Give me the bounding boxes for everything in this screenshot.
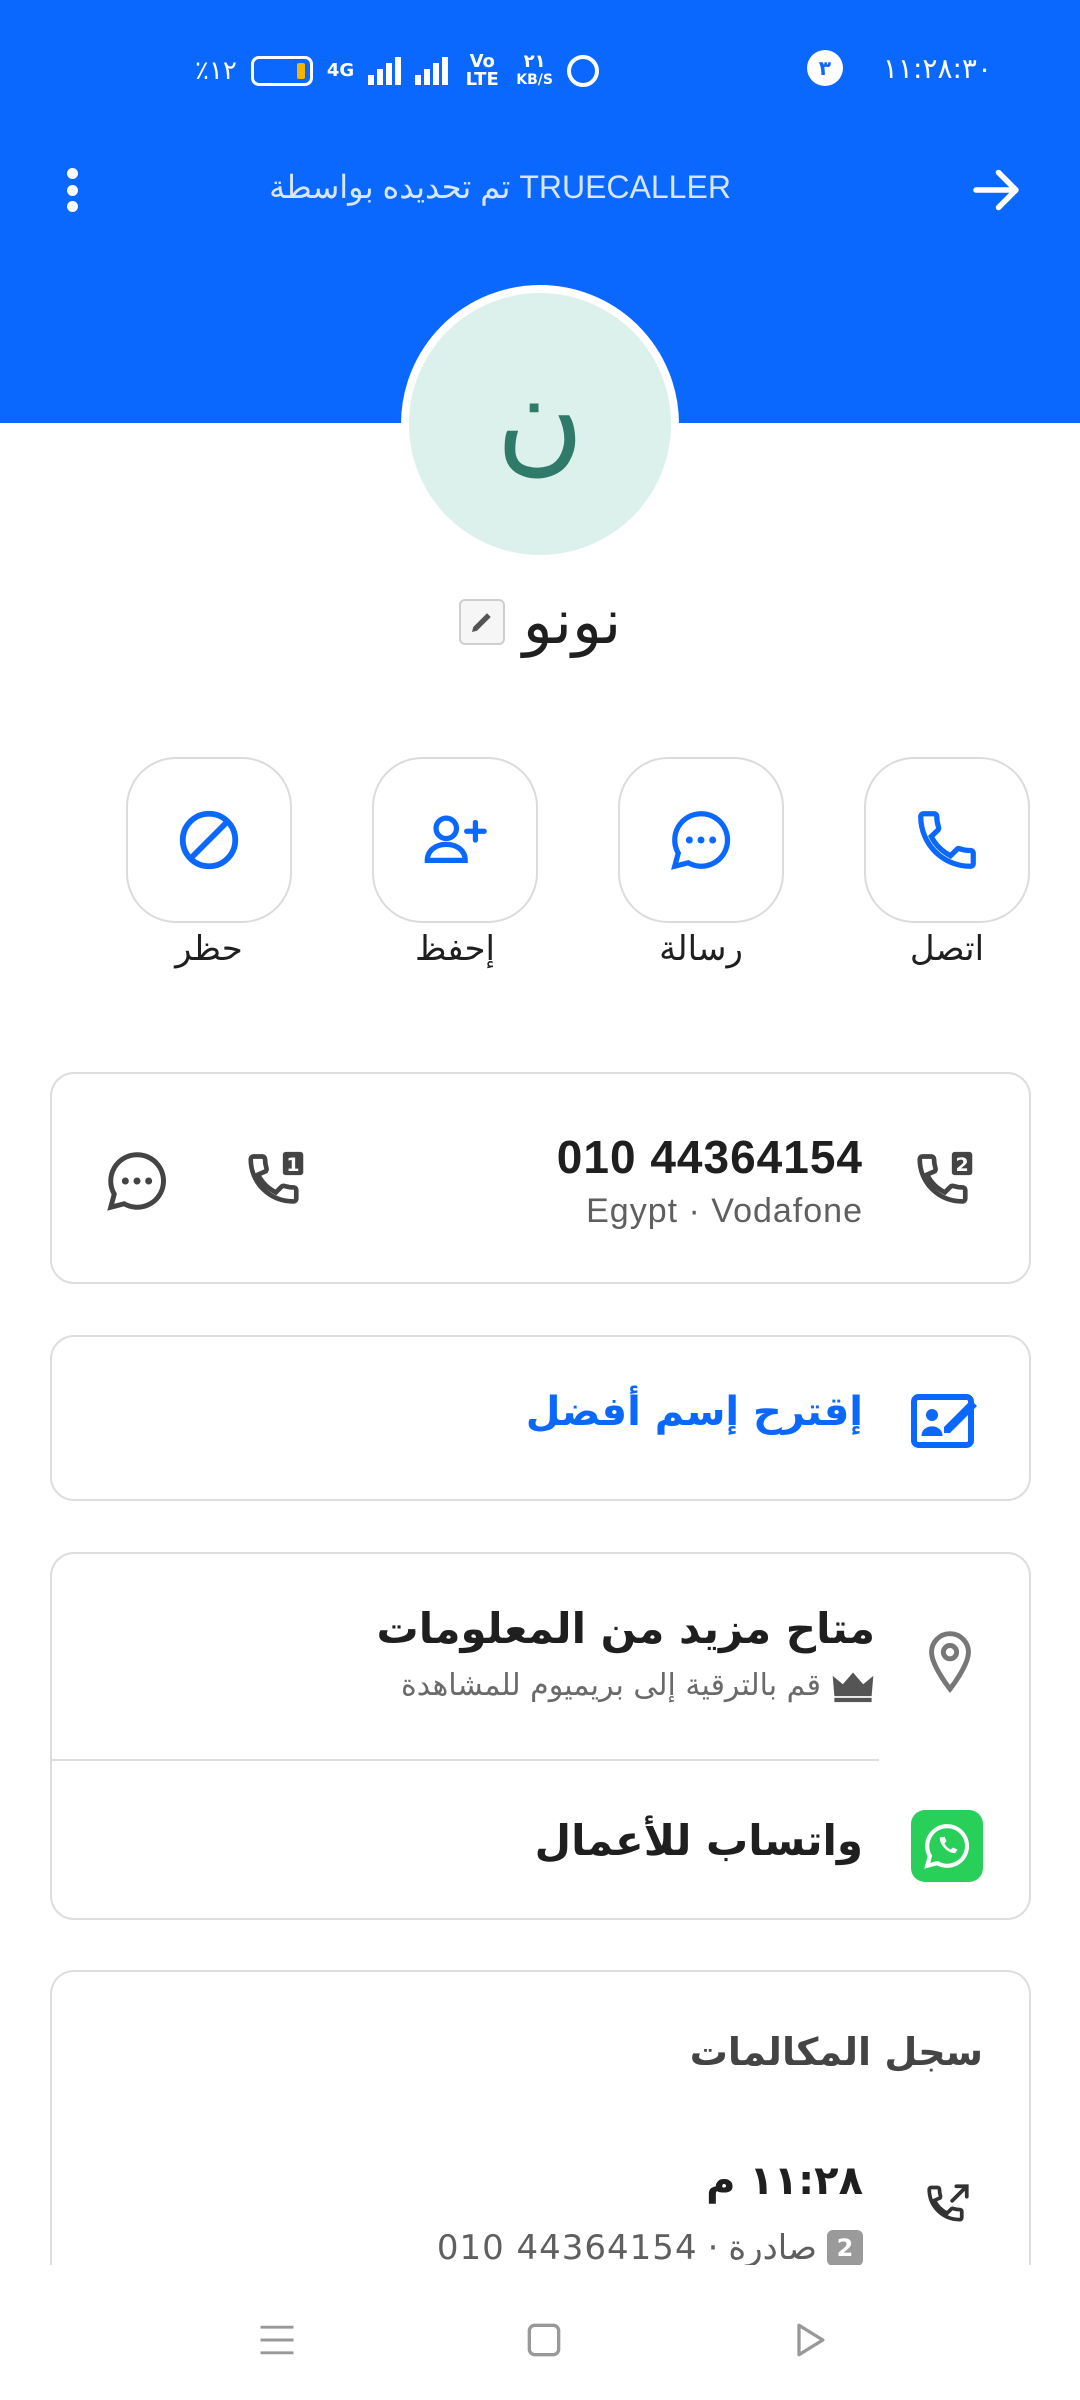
- call-action[interactable]: اتصل: [864, 757, 1030, 969]
- message-button[interactable]: [618, 757, 784, 923]
- menu-lines-icon: [260, 2325, 294, 2355]
- phone-sim1-icon: 1: [248, 1151, 304, 1204]
- notification-count-badge: ٣: [806, 50, 843, 86]
- avatar[interactable]: ن: [401, 285, 679, 563]
- suggest-name-label: إقترح إسم أفضل: [525, 1389, 863, 1435]
- back-button[interactable]: [966, 160, 1026, 220]
- more-info-title[interactable]: متاح مزيد من المعلومات: [376, 1604, 875, 1653]
- phone-icon: [918, 811, 976, 869]
- more-vert-icon: [66, 168, 78, 179]
- message-action[interactable]: رسالة: [618, 757, 784, 969]
- pencil-icon: [471, 612, 491, 632]
- call-history-card: سجل المكالمات ١١:٢٨ م 2 صادرة · 010 4436…: [50, 1970, 1031, 2270]
- edit-name-button[interactable]: [458, 598, 505, 645]
- svg-text:1: 1: [286, 1154, 299, 1176]
- outgoing-call-icon: [923, 2180, 973, 2230]
- block-action[interactable]: حظر: [126, 757, 292, 969]
- network-type: 4G: [326, 60, 355, 81]
- save-contact-button[interactable]: [372, 757, 538, 923]
- premium-upgrade-text: قم بالترقية إلى بريميوم للمشاهدة: [401, 1668, 821, 1703]
- phone-carrier: Egypt · Vodafone: [586, 1192, 863, 1230]
- signal-sim2-icon: [415, 57, 449, 85]
- caller-id-text: تم تحديده بواسطة TRUECALLER: [269, 169, 731, 205]
- crown-icon: [832, 1671, 874, 1702]
- message-label: رسالة: [659, 929, 743, 969]
- call-label: اتصل: [909, 929, 985, 969]
- divider: [52, 1759, 879, 1761]
- top-app-bar: تم تحديده بواسطة TRUECALLER: [0, 150, 1080, 230]
- status-icons-right: ٣ ١١:٢٨:٣٠: [806, 50, 992, 86]
- battery-percent: ٪١٢: [195, 56, 237, 86]
- block-icon: [179, 810, 239, 870]
- status-bar: ٪١٢ 4G Vo LTE ٢١ KB/S ٣ ١١:٢٨:٣٠: [0, 0, 1080, 140]
- whatsapp-business-icon: [911, 1810, 983, 1882]
- save-action[interactable]: إحفظ: [372, 757, 538, 969]
- whatsapp-business-label[interactable]: واتساب للأعمال: [535, 1816, 863, 1865]
- contact-details-screen: ٪١٢ 4G Vo LTE ٢١ KB/S ٣ ١١:٢٨:٣٠ تم تحدي…: [0, 0, 1080, 2400]
- action-buttons: اتصل رسالة إحفظ حظر: [0, 757, 1080, 977]
- phone-number: 010 44364154: [556, 1131, 863, 1183]
- home-button[interactable]: [514, 2310, 574, 2370]
- call-button[interactable]: [864, 757, 1030, 923]
- square-icon: [527, 2323, 561, 2357]
- volte-indicator: Vo LTE: [465, 51, 499, 90]
- alarm-icon: [566, 55, 599, 87]
- call-sim2-button[interactable]: 2: [911, 1146, 981, 1216]
- triangle-back-icon: [797, 2323, 825, 2357]
- block-button[interactable]: [126, 757, 292, 923]
- network-speed: ٢١ KB/S: [516, 51, 553, 89]
- add-person-icon: [424, 815, 487, 864]
- call-entry-type: صادرة: [728, 2228, 817, 2268]
- chat-icon: [671, 811, 731, 870]
- system-navigation-bar: [0, 2265, 1080, 2400]
- call-sim1-button[interactable]: 1: [242, 1146, 312, 1216]
- arrow-right-icon: [973, 169, 1019, 211]
- status-time: ١١:٢٨:٣٠: [882, 51, 992, 85]
- battery-icon: [250, 56, 313, 86]
- location-pin-icon: [925, 1630, 975, 1694]
- phone-sim2-icon: 2: [917, 1151, 973, 1204]
- more-info-card: متاح مزيد من المعلومات قم بالترقية إلى ب…: [50, 1552, 1031, 1920]
- premium-upgrade-row[interactable]: قم بالترقية إلى بريميوم للمشاهدة: [401, 1668, 875, 1703]
- call-entry-time[interactable]: ١١:٢٨ م: [706, 2158, 863, 2204]
- sim2-badge-icon: 2: [827, 2230, 863, 2266]
- contact-name: نونو: [522, 585, 622, 658]
- name-row: نونو: [0, 585, 1080, 658]
- block-label: حظر: [175, 929, 243, 969]
- svg-text:2: 2: [955, 1154, 968, 1176]
- save-label: إحفظ: [415, 929, 495, 969]
- call-history-title: سجل المكالمات: [689, 2030, 983, 2074]
- back-nav-button[interactable]: [780, 2310, 840, 2370]
- chat-icon: [107, 1152, 166, 1211]
- suggest-name-card[interactable]: إقترح إسم أفضل: [50, 1335, 1031, 1501]
- recents-button[interactable]: [247, 2310, 307, 2370]
- avatar-initial: ن: [495, 349, 585, 488]
- status-icons-left: ٪١٢ 4G Vo LTE ٢١ KB/S: [195, 50, 599, 92]
- signal-sim1-icon: [368, 57, 402, 85]
- call-entry-meta: 2 صادرة · 010 44364154: [437, 2228, 863, 2268]
- phone-number-card[interactable]: 2 010 44364154 Egypt · Vodafone 1: [50, 1072, 1031, 1284]
- more-options-button[interactable]: [50, 160, 94, 220]
- call-entry-separator: ·: [707, 2228, 719, 2268]
- call-entry-number: 010 44364154: [436, 2228, 698, 2268]
- sms-button[interactable]: [102, 1146, 172, 1216]
- suggest-edit-icon: [911, 1385, 983, 1451]
